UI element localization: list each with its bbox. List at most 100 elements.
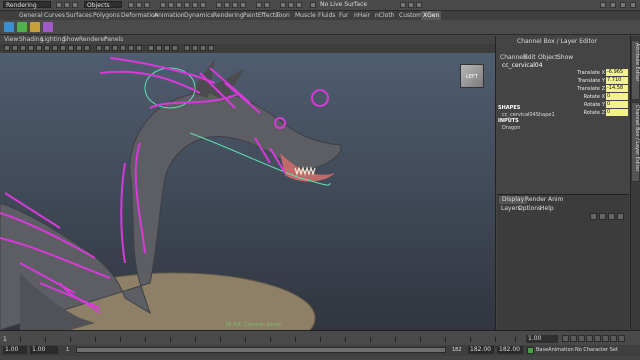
attr-value-translate-z[interactable]: -14.58 (606, 85, 628, 92)
shelf-tab-ncloth[interactable]: nCloth (373, 11, 397, 20)
range-inner-start-field[interactable]: 1.00 (30, 346, 58, 354)
snap-grid-icon[interactable] (216, 2, 222, 8)
input-line-icon[interactable] (408, 2, 414, 8)
mask-icon[interactable] (168, 2, 174, 8)
viewcube[interactable]: LEFT (460, 64, 484, 88)
construction-history-icon[interactable] (264, 2, 270, 8)
mask-icon[interactable] (160, 2, 166, 8)
select-by-component-icon[interactable] (144, 2, 150, 8)
shelf-tab-xgen[interactable]: XGen (421, 11, 442, 20)
resolution-gate-icon[interactable] (52, 45, 58, 51)
snap-plane-icon[interactable] (240, 2, 246, 8)
attr-value-translate-y[interactable]: 7.710 (606, 77, 628, 84)
selected-object-name[interactable]: cc_cervical04 (502, 62, 543, 69)
current-frame-field[interactable]: 1.00 (526, 335, 558, 343)
cb-menu-edit[interactable]: Edit (524, 54, 536, 62)
shelf-tab-general[interactable]: General (17, 11, 45, 20)
xgen-create-description-icon[interactable] (17, 22, 27, 32)
input-line-icon[interactable] (400, 2, 406, 8)
wireframe-on-shaded-icon[interactable] (112, 45, 118, 51)
safe-title-icon[interactable] (84, 45, 90, 51)
attr-value-rotate-y[interactable]: 0 (606, 101, 628, 108)
xgen-preview-icon[interactable] (43, 22, 53, 32)
attr-label-translate-x[interactable]: Translate X (530, 69, 605, 77)
shadows-icon[interactable] (136, 45, 142, 51)
menu-set-dropdown[interactable]: Rendering (3, 1, 51, 9)
shelf-tab-fluids[interactable]: Fluids (316, 11, 338, 20)
step-back-frame-icon[interactable] (578, 335, 585, 342)
mask-icon[interactable] (184, 2, 190, 8)
range-slider[interactable] (76, 347, 446, 353)
shelf-tab-custom[interactable]: Custom (397, 11, 424, 20)
cb-menu-object[interactable]: Object (538, 54, 558, 62)
anti-aliasing-icon[interactable] (200, 45, 206, 51)
render-icon[interactable] (280, 2, 286, 8)
lights-icon[interactable] (128, 45, 134, 51)
channel-box-icon[interactable] (630, 2, 636, 8)
range-end2-field[interactable]: 182.00 (497, 346, 523, 354)
shelf-tab-fur[interactable]: Fur (337, 11, 350, 20)
snap-point-icon[interactable] (232, 2, 238, 8)
xray-joints-icon[interactable] (164, 45, 170, 51)
mask-icon[interactable] (192, 2, 198, 8)
xgen-editor-icon[interactable] (4, 22, 14, 32)
go-to-end-icon[interactable] (618, 335, 625, 342)
anim-layer-icon[interactable] (527, 347, 534, 354)
new-scene-icon[interactable] (56, 2, 62, 8)
attr-label-translate-z[interactable]: Translate Z (530, 85, 605, 93)
select-by-hierarchy-icon[interactable] (128, 2, 134, 8)
safe-action-icon[interactable] (76, 45, 82, 51)
new-layer-selected-icon[interactable] (617, 213, 624, 220)
gate-mask-icon[interactable] (60, 45, 66, 51)
save-scene-icon[interactable] (72, 2, 78, 8)
grid-icon[interactable] (36, 45, 42, 51)
viewport-menu-view[interactable]: View (4, 36, 18, 44)
viewport-menu-renderer[interactable]: Renderer (79, 36, 106, 44)
smooth-shade-icon[interactable] (104, 45, 110, 51)
backface-culling-icon[interactable] (172, 45, 178, 51)
mask-icon[interactable] (200, 2, 206, 8)
xray-icon[interactable] (156, 45, 162, 51)
motion-blur-icon[interactable] (192, 45, 198, 51)
bookmark-icon[interactable] (20, 45, 26, 51)
step-forward-key-icon[interactable] (610, 335, 617, 342)
perspective-viewport[interactable] (0, 53, 495, 330)
open-scene-icon[interactable] (64, 2, 70, 8)
go-to-start-icon[interactable] (562, 335, 569, 342)
shelf-tab-toon[interactable]: Toon (274, 11, 292, 20)
snap-curve-icon[interactable] (224, 2, 230, 8)
modeling-toolkit-icon[interactable] (600, 2, 606, 8)
shelf-tab-nhair[interactable]: nHair (352, 11, 372, 20)
render-settings-icon[interactable] (296, 2, 302, 8)
range-start-field[interactable]: 1.00 (3, 346, 27, 354)
attribute-editor-icon[interactable] (610, 2, 616, 8)
field-chart-icon[interactable] (68, 45, 74, 51)
attr-value-rotate-x[interactable]: 0 (606, 93, 628, 100)
ipr-render-icon[interactable] (288, 2, 294, 8)
play-forward-icon[interactable] (594, 335, 601, 342)
viewport-menu-lighting[interactable]: Lighting (41, 36, 65, 44)
ssao-icon[interactable] (184, 45, 190, 51)
layer-menu-help[interactable]: Help (540, 205, 554, 212)
anim-layer-label[interactable]: BaseAnimation (536, 347, 574, 353)
layer-tab-anim[interactable]: Anim (545, 196, 566, 204)
camera-select-icon[interactable] (4, 45, 10, 51)
mask-icon[interactable] (176, 2, 182, 8)
attr-label-translate-y[interactable]: Translate Y (530, 77, 605, 85)
live-surface-icon[interactable] (310, 2, 316, 8)
depth-of-field-icon[interactable] (208, 45, 214, 51)
wireframe-icon[interactable] (96, 45, 102, 51)
history-icon[interactable] (256, 2, 262, 8)
camera-attributes-icon[interactable] (12, 45, 18, 51)
character-set-label[interactable]: No Character Set (575, 347, 618, 353)
isolate-select-icon[interactable] (148, 45, 154, 51)
attr-value-rotate-z[interactable]: 0 (606, 109, 628, 116)
film-gate-icon[interactable] (44, 45, 50, 51)
new-layer-icon[interactable] (608, 213, 615, 220)
viewport-menu-show[interactable]: Show (63, 36, 79, 44)
attr-value-translate-x[interactable]: -6.965 (606, 69, 628, 76)
textured-icon[interactable] (120, 45, 126, 51)
select-by-object-icon[interactable] (136, 2, 142, 8)
step-back-key-icon[interactable] (570, 335, 577, 342)
channel-box-tab[interactable]: Channel Box / Layer Editor (631, 102, 640, 182)
